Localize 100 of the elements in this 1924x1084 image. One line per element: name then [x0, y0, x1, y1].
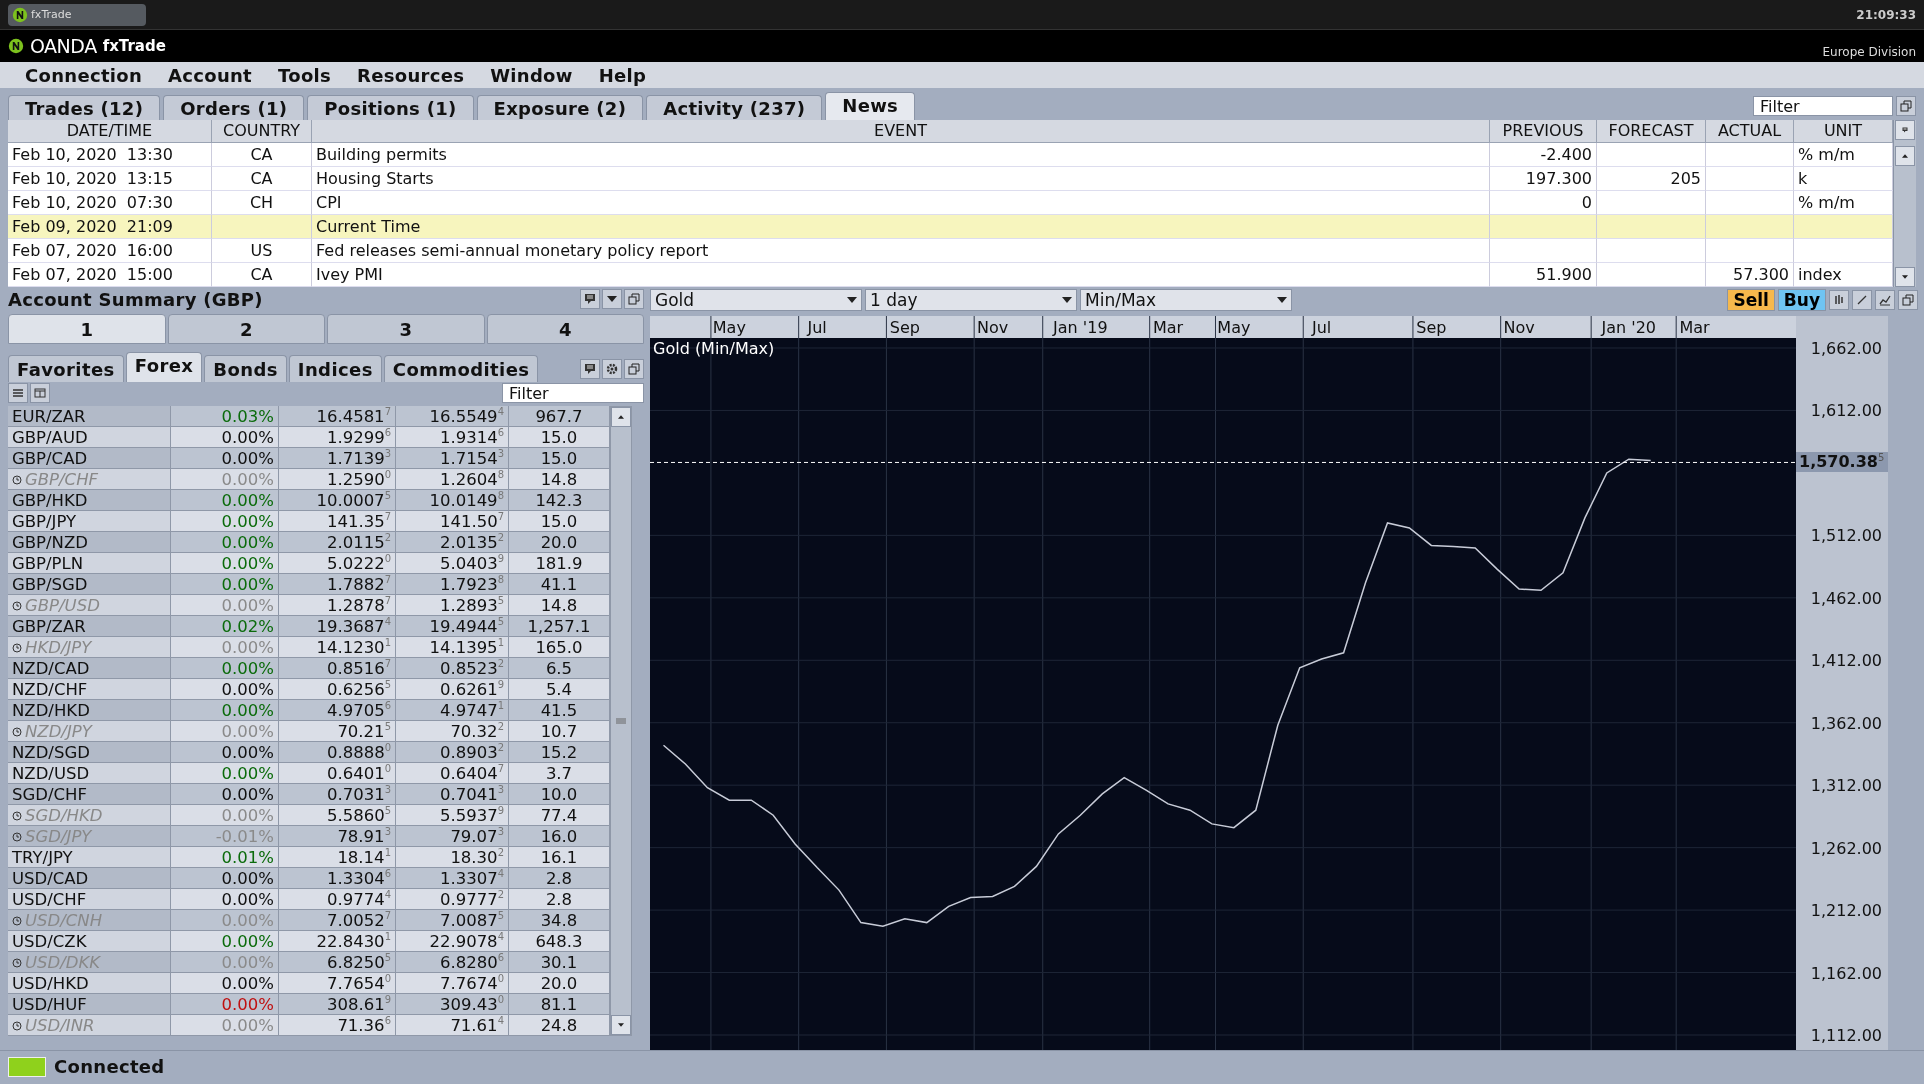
interval-dropdown[interactable]: 1 day [865, 289, 1077, 311]
clock-icon [12, 726, 22, 737]
table-cell: 16.5549$^{4}$ [396, 406, 509, 427]
tab[interactable]: News [825, 92, 916, 120]
category-tab[interactable]: Forex [125, 352, 203, 382]
table-cell[interactable]: NZD/CAD [8, 658, 171, 679]
category-tab[interactable]: Indices [288, 355, 382, 382]
column-header[interactable]: COUNTRY [212, 120, 312, 143]
comment-icon[interactable] [1895, 120, 1915, 140]
table-cell[interactable]: SGD/CHF [8, 784, 171, 805]
tab[interactable]: Trades (12) [8, 95, 161, 120]
category-tab[interactable]: Favorites [8, 355, 124, 382]
clock-icon [12, 831, 22, 842]
table-cell: 0.00% [171, 889, 279, 910]
comment-icon[interactable] [580, 359, 600, 379]
menu-item[interactable]: Resources [344, 64, 478, 86]
table-cell[interactable]: GBP/ZAR [8, 616, 171, 637]
table-cell[interactable]: GBP/NZD [8, 532, 171, 553]
page-tab[interactable]: 3 [327, 314, 485, 344]
scroll-up-icon[interactable] [611, 407, 631, 427]
menu-item[interactable]: Connection [12, 64, 156, 86]
app-tab[interactable]: fxTrade [8, 3, 146, 26]
table-cell[interactable]: NZD/HKD [8, 700, 171, 721]
table-cell: 78.91$^{3}$ [279, 826, 396, 847]
restore-icon[interactable] [624, 289, 644, 309]
table-cell[interactable]: GBP/PLN [8, 553, 171, 574]
tab[interactable]: Exposure (2) [476, 95, 644, 120]
table-cell: 1.9314$^{6}$ [396, 427, 509, 448]
columns-icon[interactable] [30, 383, 50, 403]
table-cell[interactable]: USD/CZK [8, 931, 171, 952]
table-cell: 70.21$^{5}$ [279, 721, 396, 742]
instrument-dropdown[interactable]: Gold [650, 289, 862, 311]
menu-item[interactable]: Account [155, 64, 266, 86]
table-cell[interactable]: GBP/JPY [8, 511, 171, 532]
table-cell: 1.3307$^{4}$ [396, 868, 509, 889]
table-cell[interactable]: NZD/SGD [8, 742, 171, 763]
table-cell[interactable]: USD/HKD [8, 973, 171, 994]
caret-icon [1277, 297, 1287, 303]
table-cell: 18.14$^{1}$ [279, 847, 396, 868]
restore-icon[interactable] [1898, 290, 1918, 310]
axis-label: 1,312.00 [1810, 776, 1882, 796]
tab[interactable]: Positions (1) [307, 95, 474, 120]
chart-mode-dropdown[interactable]: Min/Max [1080, 289, 1292, 311]
dropdown-icon[interactable] [602, 289, 622, 309]
table-cell[interactable]: EUR/ZAR [8, 406, 171, 427]
restore-icon[interactable] [1896, 96, 1916, 116]
column-header[interactable]: EVENT [312, 120, 1490, 143]
tab[interactable]: Orders (1) [163, 95, 305, 120]
column-header[interactable]: DATE/TIME [8, 120, 212, 143]
table-cell: 0.00% [171, 805, 279, 826]
page-tab[interactable]: 4 [486, 314, 644, 344]
list-icon[interactable] [8, 383, 28, 403]
category-tab[interactable]: Commodities [383, 355, 539, 382]
table-cell: 181.9 [509, 553, 610, 574]
category-tab[interactable]: Bonds [204, 355, 287, 382]
menu-item[interactable]: Help [585, 64, 660, 86]
table-cell[interactable]: USD/CHF [8, 889, 171, 910]
table-cell: 18.30$^{2}$ [396, 847, 509, 868]
sell-button[interactable]: Sell [1727, 289, 1775, 311]
settings-icon[interactable] [602, 359, 622, 379]
table-cell: 0.7031$^{3}$ [279, 784, 396, 805]
table-cell: -0.01% [171, 826, 279, 847]
table-cell: -2.400 [1490, 143, 1597, 167]
scroll-grip-icon[interactable] [615, 717, 627, 725]
filter-field[interactable]: Filter [1753, 96, 1893, 116]
column-header[interactable]: FORECAST [1597, 120, 1706, 143]
scroll-up-icon[interactable] [1895, 146, 1915, 166]
table-cell[interactable]: GBP/CAD [8, 448, 171, 469]
menu-item[interactable]: Tools [265, 64, 345, 86]
column-header[interactable]: UNIT [1794, 120, 1893, 143]
restore-icon[interactable] [624, 359, 644, 379]
table-cell[interactable]: USD/HUF [8, 994, 171, 1015]
table-cell[interactable]: TRY/JPY [8, 847, 171, 868]
filter-field[interactable]: Filter [502, 383, 644, 403]
indicator-icon[interactable] [1875, 290, 1895, 310]
comment-icon[interactable] [580, 289, 600, 309]
table-cell[interactable]: NZD/CHF [8, 679, 171, 700]
table-cell[interactable]: GBP/HKD [8, 490, 171, 511]
table-cell: 2.0135$^{2}$ [396, 532, 509, 553]
column-header[interactable]: PREVIOUS [1490, 120, 1597, 143]
scroll-down-icon[interactable] [1895, 267, 1915, 287]
page-tab[interactable]: 2 [167, 314, 325, 344]
tab[interactable]: Activity (237) [646, 95, 823, 120]
table-cell: 0.00% [171, 910, 279, 931]
table-cell: 71.61$^{4}$ [396, 1015, 509, 1036]
page-tab[interactable]: 1 [8, 314, 166, 344]
scroll-down-icon[interactable] [611, 1015, 631, 1035]
buy-button[interactable]: Buy [1777, 289, 1826, 311]
menu-item[interactable]: Window [477, 64, 586, 86]
table-cell[interactable]: USD/CAD [8, 868, 171, 889]
table-cell[interactable]: GBP/AUD [8, 427, 171, 448]
candlestick-icon[interactable] [1829, 290, 1849, 310]
table-cell[interactable]: NZD/USD [8, 763, 171, 784]
table-cell: 0.00% [171, 931, 279, 952]
table-cell[interactable]: GBP/SGD [8, 574, 171, 595]
table-cell: 165.0 [509, 637, 610, 658]
table-cell: 20.0 [509, 532, 610, 553]
column-header[interactable]: ACTUAL [1706, 120, 1794, 143]
table-cell: 141.50$^{7}$ [396, 511, 509, 532]
table-cell: 0.6256$^{5}$ [279, 679, 396, 700]
